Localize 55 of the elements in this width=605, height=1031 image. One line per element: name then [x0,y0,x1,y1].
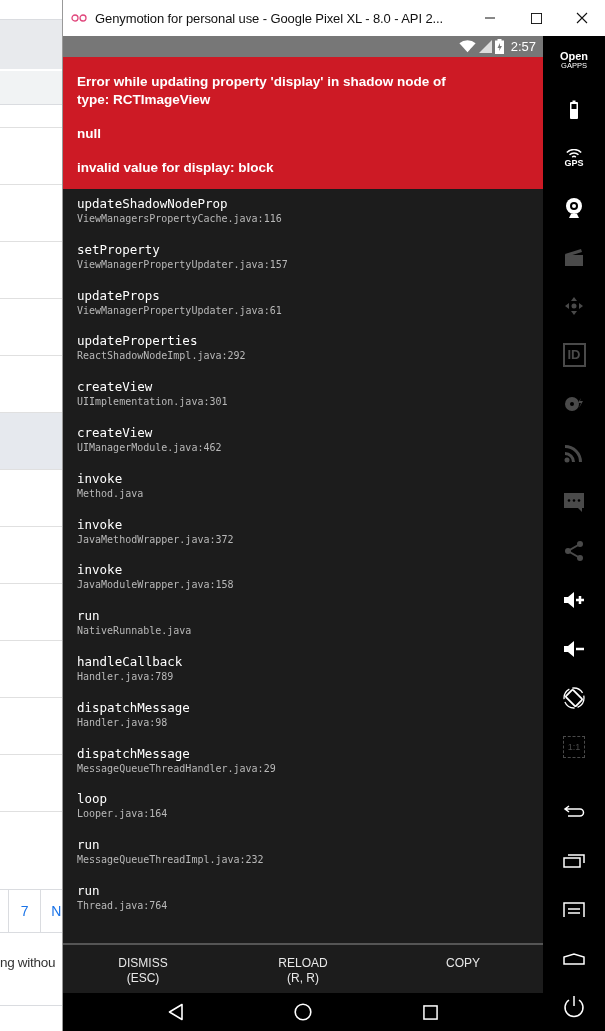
method-name: dispatchMessage [77,744,191,762]
power-icon[interactable] [562,994,586,1019]
method-name: loop [77,790,109,808]
clock-time: 2:57 [510,39,536,54]
file-location: ReactShadowNodeImpl.java:292 [77,349,247,363]
file-location: Handler.java:789 [77,669,175,683]
error-message: invalid value for display: block [77,159,275,177]
method-name: updateProperties [77,332,199,350]
file-location: MessageQueueThreadHandler.java:29 [77,761,277,775]
action-button[interactable]: DISMISS (ESC) [63,945,223,993]
method-name: invoke [77,561,124,579]
file-location: JavaMethodWrapper.java:372 [77,532,235,546]
rotate-icon[interactable] [562,685,586,710]
action-button[interactable]: COPY [383,945,543,993]
method-name: createView [77,378,154,396]
method-name: invoke [77,469,124,487]
method-name: run [77,607,101,625]
page-link[interactable]: 7 [8,890,41,932]
file-location: ViewManagerPropertyUpdater.java:157 [77,257,289,271]
maximize-icon [530,12,542,24]
method-name: run [77,836,101,854]
window-title: Genymotion for personal use - Google Pixel XL - 8.0 - API 2... [95,10,445,26]
file-location: ViewManagersPropertyCache.java:116 [77,212,283,225]
header-bar [0,19,62,69]
file-location: MessageQueueThreadImpl.java:232 [77,853,265,867]
file-location: Method.java [77,486,145,500]
home-circle-icon[interactable] [294,1003,313,1021]
close-icon [576,12,588,24]
back-triangle-icon[interactable] [168,1003,185,1021]
method-name: dispatchMessage [77,698,191,716]
method-name: handleCallback [77,652,184,670]
error-message: null [77,125,102,143]
method-name: invoke [77,515,124,533]
method-name: updateProps [77,286,161,304]
battery-charging-icon [494,39,504,54]
action-button[interactable]: RELOAD (R, R) [223,945,383,993]
overview-square-icon[interactable] [422,1004,438,1020]
signal-icon [478,40,492,53]
file-location: UIImplementation.java:301 [77,395,229,409]
method-name: updateShadowNodeProp [77,195,229,212]
file-location: ViewManagerPropertyUpdater.java:61 [77,303,283,317]
gps-button[interactable]: GPS [564,149,584,168]
app-logo-icon [71,14,87,22]
file-location: UIManagerModule.java:462 [77,441,223,454]
file-location: Looper.java:164 [77,807,169,821]
file-location: NativeRunnable.java [77,624,193,638]
body-text: ng withou [0,955,56,970]
file-location: Thread.java:764 [77,898,169,912]
wifi-icon [458,40,476,53]
method-name: run [77,881,101,899]
error-message: Error while updating property 'display' in shadow node of type: RCTImageView [77,73,447,109]
method-name: setProperty [77,240,161,258]
method-name: createView [77,424,154,441]
file-location: Handler.java:98 [77,715,169,729]
file-location: JavaModuleWrapper.java:158 [77,578,235,592]
